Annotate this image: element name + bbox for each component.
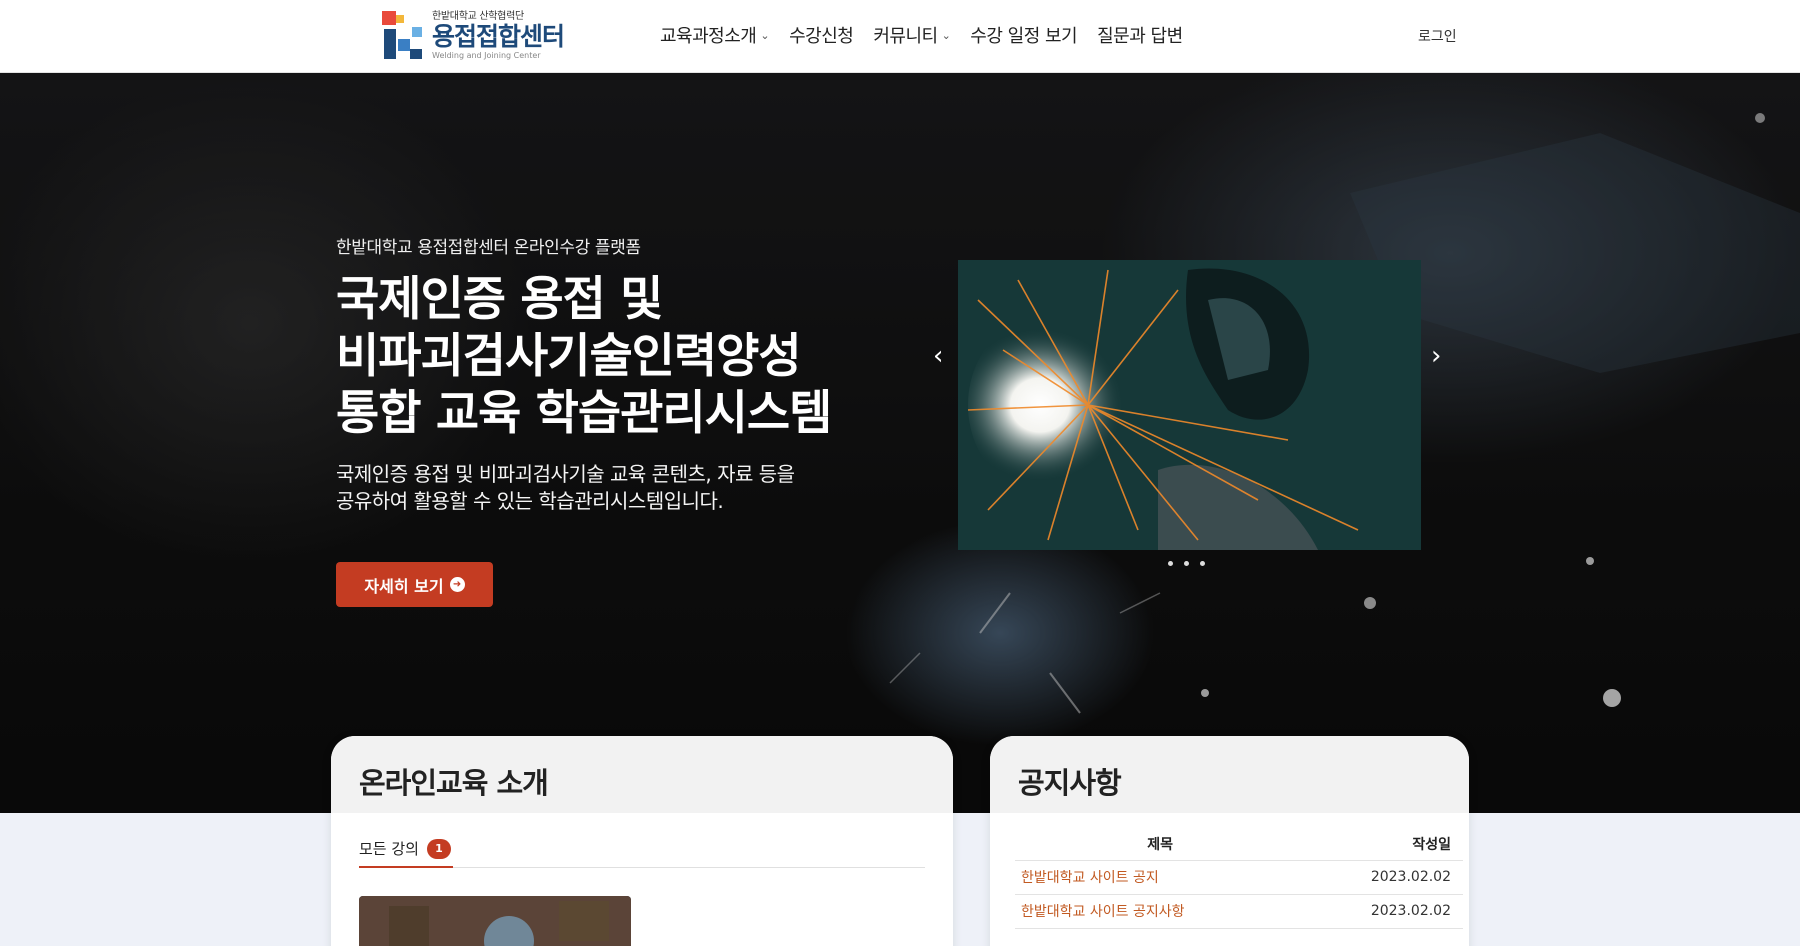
hero-banner: 한밭대학교 용접접합센터 온라인수강 플랫폼 국제인증 용접 및 비파괴검사기술… [0,73,1800,813]
table-row[interactable]: 한밭대학교 사이트 공지사항 2023.02.02 [1015,894,1463,929]
chevron-down-icon: ⌄ [941,28,951,42]
column-header-title: 제목 [1015,829,1306,861]
notice-link[interactable]: 한밭대학교 사이트 공지사항 [1015,894,1306,929]
main-nav: 교육과정소개 ⌄ 수강신청 커뮤니티 ⌄ 수강 일정 보기 질문과 답변 [660,22,1183,48]
course-count-badge: 1 [426,838,451,859]
nav-label: 질문과 답변 [1097,26,1183,47]
nav-item-enroll[interactable]: 수강신청 [789,22,854,48]
course-thumbnail[interactable] [359,896,631,946]
notice-card: 공지사항 제목 작성일 한밭대학교 사이트 공지 2023.02.02 한밭대학… [990,736,1469,946]
notice-title: 공지사항 [1018,766,1122,800]
chevron-down-icon: ⌄ [760,28,770,42]
tab-label: 모든 강의 [359,840,419,858]
nav-label: 커뮤니티 [873,26,938,47]
carousel-next-button[interactable]: › [1431,341,1441,371]
hero-title-line: 통합 교육 학습관리시스템 [336,386,832,441]
table-row[interactable]: 한밭대학교 사이트 공지 2023.02.02 [1015,860,1463,895]
hero-title-line: 국제인증 용접 및 [336,272,663,327]
arrow-right-circle-icon: ➜ [449,577,465,592]
notice-link[interactable]: 한밭대학교 사이트 공지 [1015,860,1306,895]
carousel-dots [1168,561,1205,566]
column-header-date: 작성일 [1305,829,1463,861]
login-link[interactable]: 로그인 [1418,26,1457,46]
nav-label: 교육과정소개 [660,26,757,47]
carousel-slide-image [958,260,1421,550]
hero-desc-line: 공유하여 활용할 수 있는 학습관리시스템입니다. [336,489,724,513]
hero-desc-line: 국제인증 용접 및 비파괴검사기술 교육 콘텐츠, 자료 등을 [336,462,795,486]
nav-item-schedule[interactable]: 수강 일정 보기 [970,22,1077,48]
nav-label: 수강 일정 보기 [970,26,1078,47]
view-details-label: 자세히 보기 [364,576,444,596]
course-tabs: 모든 강의 1 [359,831,925,868]
carousel-prev-button[interactable]: ‹ [933,341,943,371]
hero-description: 국제인증 용접 및 비파괴검사기술 교육 콘텐츠, 자료 등을 공유하여 활용할… [336,461,876,515]
nav-item-community[interactable]: 커뮤니티 ⌄ [873,22,950,48]
online-education-card: 온라인교육 소개 모든 강의 1 [331,736,953,946]
card-header: 공지사항 [990,736,1469,813]
nav-item-qna[interactable]: 질문과 답변 [1097,22,1183,48]
site-header: 한밭대학교 산학협력단 용접접합센터 Welding and Joining C… [0,0,1800,73]
card-header: 온라인교육 소개 [331,736,953,813]
nav-item-courses[interactable]: 교육과정소개 ⌄ [660,22,770,48]
carousel-dot[interactable] [1184,561,1189,566]
logo-title: 용접접합센터 [432,22,565,51]
hero-subtitle: 한밭대학교 용접접합센터 온라인수강 플랫폼 [336,238,641,258]
carousel-dot[interactable] [1168,561,1173,566]
hero-title-line: 비파괴검사기술인력양성 [336,329,802,384]
logo-subtitle: 한밭대학교 산학협력단 [432,11,524,22]
notice-date: 2023.02.02 [1305,894,1463,929]
view-details-button[interactable]: 자세히 보기 ➜ [336,562,493,607]
logo-icon [380,9,428,63]
logo-english: Welding and Joining Center [432,51,541,60]
carousel-dot[interactable] [1200,561,1205,566]
notice-date: 2023.02.02 [1305,860,1463,895]
hero-overlay [0,73,1800,813]
table-header-row: 제목 작성일 [1015,829,1463,861]
logo[interactable]: 한밭대학교 산학협력단 용접접합센터 Welding and Joining C… [380,8,580,64]
tab-all-courses[interactable]: 모든 강의 1 [359,831,453,868]
notice-table: 제목 작성일 한밭대학교 사이트 공지 2023.02.02 한밭대학교 사이트… [1015,829,1463,929]
nav-label: 수강신청 [789,26,854,47]
hero-title: 국제인증 용접 및 비파괴검사기술인력양성 통합 교육 학습관리시스템 [336,271,896,442]
online-education-title: 온라인교육 소개 [359,766,549,800]
